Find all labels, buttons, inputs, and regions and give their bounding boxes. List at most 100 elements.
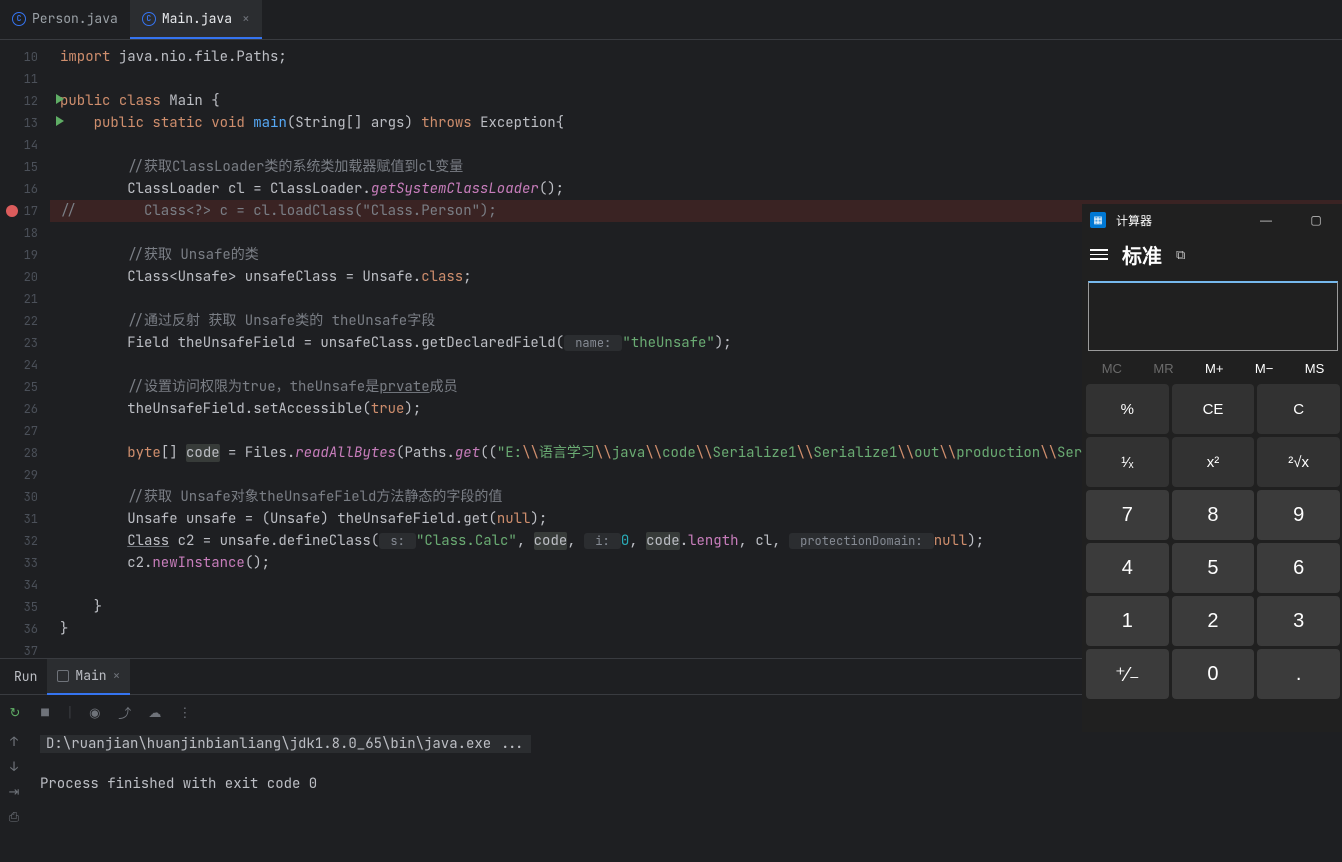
line-number[interactable]: 32 [0,530,50,552]
line-number[interactable]: 23 [0,332,50,354]
hint: name: [564,335,622,351]
breakpoint-icon[interactable] [6,205,18,217]
calc-display[interactable] [1088,281,1338,351]
calc-key-2[interactable]: 2 [1172,596,1255,646]
line-number[interactable]: 33 [0,552,50,574]
calc-key-.[interactable]: . [1257,649,1340,699]
t: java.nio.file.Paths; [110,48,286,66]
calc-key-CE[interactable]: CE [1172,384,1255,434]
pin-icon[interactable]: ⧉ [1176,247,1185,263]
line-number[interactable]: 25 [0,376,50,398]
close-icon[interactable]: × [242,10,250,27]
t: //获取 Unsafe对象theUnsafeField方法静态的字段的值 [127,488,502,506]
t: code [646,532,680,550]
mc-button[interactable]: MC [1102,361,1122,376]
calc-key-²√x[interactable]: ²√x [1257,437,1340,487]
calc-key-8[interactable]: 8 [1172,490,1255,540]
t: , [567,532,584,550]
line-number[interactable]: 28 [0,442,50,464]
calc-key-5[interactable]: 5 [1172,543,1255,593]
t: \\ [797,444,814,462]
calc-key-x²[interactable]: x² [1172,437,1255,487]
print-icon[interactable]: ⎙ [9,808,19,825]
t: code [662,444,696,462]
t: import [60,48,110,66]
java-class-icon: C [142,12,156,26]
line-number[interactable]: 21 [0,288,50,310]
mminus-button[interactable]: M− [1255,361,1273,376]
line-number[interactable]: 10 [0,46,50,68]
line-number[interactable]: 31 [0,508,50,530]
cloud-icon[interactable]: ☁ [146,703,164,721]
line-number[interactable]: 30 [0,486,50,508]
line-number[interactable]: 18 [0,222,50,244]
line-number[interactable]: 27 [0,420,50,442]
tab-main-java[interactable]: C Main.java × [130,0,262,39]
mr-button[interactable]: MR [1153,361,1173,376]
line-number[interactable]: 22 [0,310,50,332]
hint: i: [584,533,621,549]
line-number[interactable]: 20 [0,266,50,288]
up-icon[interactable]: ↑ [10,733,18,750]
calculator-window[interactable]: ▦ 计算器 — ▢ 标准 ⧉ MC MR M+ M− MS %CEC¹⁄ₓx²²… [1082,204,1342,732]
line-number[interactable]: 36 [0,618,50,640]
calc-key-0[interactable]: 0 [1172,649,1255,699]
run-output[interactable]: D:\ruanjian\huanjinbianliang\jdk1.8.0_65… [28,729,1342,862]
down-icon[interactable]: ↓ [10,758,18,775]
run-gutter-icon[interactable] [56,116,64,126]
export-icon[interactable]: ⤴ [116,703,134,721]
wrap-icon[interactable]: ⇥ [9,783,20,800]
calc-key-%[interactable]: % [1086,384,1169,434]
calc-key-4[interactable]: 4 [1086,543,1169,593]
calc-key-⁺⁄₋[interactable]: ⁺⁄₋ [1086,649,1169,699]
run-tab-main[interactable]: Main × [47,659,130,695]
run-tab-label: Main [75,667,106,684]
calc-key-9[interactable]: 9 [1257,490,1340,540]
more-icon[interactable]: ⋮ [176,703,194,721]
rerun-icon[interactable]: ↻ [6,703,24,721]
t: \\ [696,444,713,462]
line-number[interactable]: 16 [0,178,50,200]
minimize-icon[interactable]: — [1246,213,1286,227]
calc-key-7[interactable]: 7 [1086,490,1169,540]
line-number[interactable]: 35 [0,596,50,618]
line-number[interactable]: 24 [0,354,50,376]
line-number[interactable]: 19 [0,244,50,266]
line-number[interactable]: 14 [0,134,50,156]
calc-key-1[interactable]: 1 [1086,596,1169,646]
line-number[interactable]: 15 [0,156,50,178]
calc-key-6[interactable]: 6 [1257,543,1340,593]
hamburger-icon[interactable] [1090,249,1108,260]
calc-titlebar[interactable]: ▦ 计算器 — ▢ [1082,204,1342,236]
calculator-icon: ▦ [1090,212,1106,228]
line-number[interactable]: 34 [0,574,50,596]
t: readAllBytes [295,444,396,462]
t: } [94,598,102,616]
t: length [688,532,738,550]
line-number[interactable]: 13 [0,112,50,134]
t: } [60,620,68,638]
calc-key-C[interactable]: C [1257,384,1340,434]
line-number[interactable]: 11 [0,68,50,90]
t: true [371,400,405,418]
line-number[interactable]: 26 [0,398,50,420]
t: static [152,114,202,132]
line-number[interactable]: 17 [0,200,50,222]
line-number[interactable]: 12 [0,90,50,112]
t: public [94,114,144,132]
camera-icon[interactable]: ◉ [86,703,104,721]
mplus-button[interactable]: M+ [1205,361,1223,376]
calc-key-3[interactable]: 3 [1257,596,1340,646]
maximize-icon[interactable]: ▢ [1296,213,1336,227]
stop-icon[interactable]: ■ [36,703,54,721]
tab-person-java[interactable]: C Person.java [0,0,130,39]
line-number[interactable]: 37 [0,640,50,662]
run-gutter-icon[interactable] [56,94,64,104]
line-number[interactable]: 29 [0,464,50,486]
close-icon[interactable]: × [113,667,121,684]
t: Unsafe unsafe = (Unsafe) theUnsafeField.… [127,510,497,528]
app-icon [57,670,69,682]
calc-key-¹⁄ₓ[interactable]: ¹⁄ₓ [1086,437,1169,487]
ms-button[interactable]: MS [1305,361,1325,376]
t: //通过反射 获取 Unsafe类的 theUnsafe字段 [127,312,435,330]
